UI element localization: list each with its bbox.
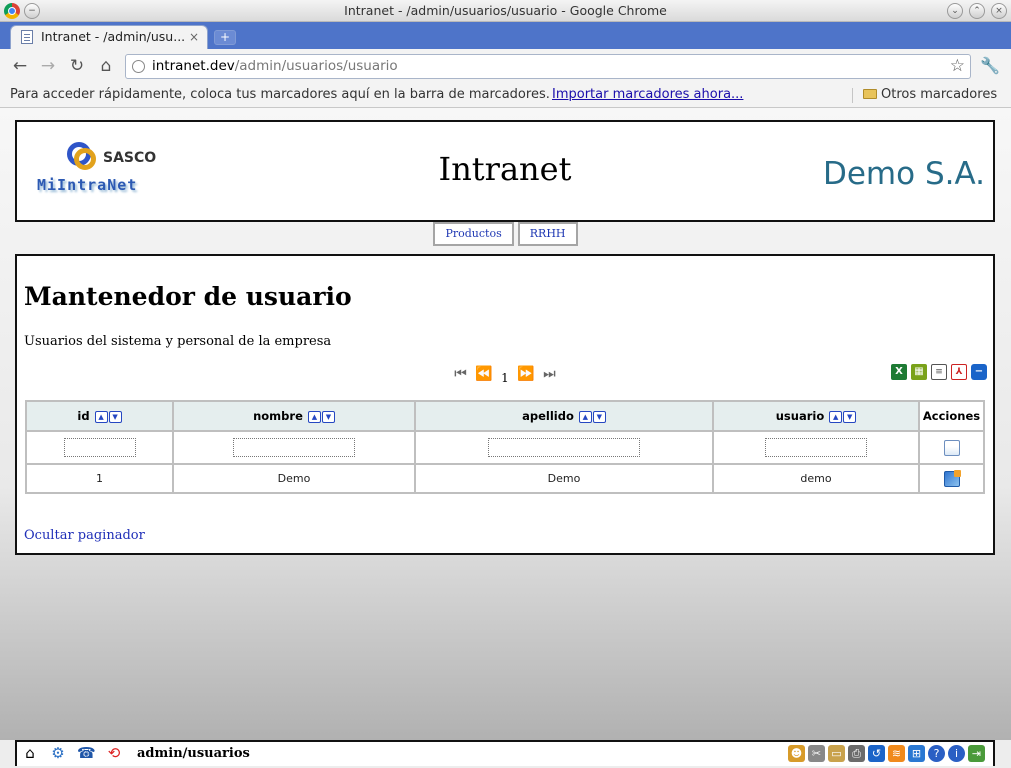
site-header: SASCO MiIntraNet Intranet Demo S.A. (15, 120, 995, 222)
table-header-row: id ▲ ▼ nombre ▲ ▼ apellido ▲ ▼ usuario ▲ ▼ A… (25, 400, 985, 432)
export-excel-icon[interactable]: X (891, 364, 907, 380)
window-menu-button[interactable]: − (24, 3, 40, 19)
table-row: 1 Demo Demo demo (25, 465, 985, 494)
users-icon[interactable]: ☻ (788, 745, 805, 762)
toggle-pager-link[interactable]: Ocultar paginador (24, 528, 145, 543)
id-card-icon[interactable]: ▭ (828, 745, 845, 762)
tab-close-icon[interactable]: × (189, 26, 199, 48)
column-header-apellido: apellido ▲ ▼ (416, 400, 714, 432)
last-page-icon[interactable]: ⏭ (543, 366, 556, 382)
users-table: id ▲ ▼ nombre ▲ ▼ apellido ▲ ▼ usuario ▲ ▼ A… (25, 400, 985, 494)
globe-icon (132, 60, 145, 73)
tools-icon[interactable]: ✂ (808, 745, 825, 762)
previous-page-icon[interactable]: ⏪ (475, 366, 492, 382)
menu-item-rrhh[interactable]: RRHH (517, 222, 578, 246)
sort-desc-icon[interactable]: ▼ (321, 411, 335, 423)
reload-icon[interactable]: ↻ (67, 56, 87, 76)
wrench-menu-icon[interactable]: 🔧 (980, 56, 1000, 75)
sort-asc-icon[interactable]: ▲ (578, 411, 592, 423)
current-page-number[interactable]: 1 (501, 371, 509, 385)
other-bookmarks-label: Otros marcadores (881, 87, 998, 102)
browser-tab[interactable]: Intranet - /admin/usu... × (10, 25, 208, 49)
search-icon[interactable] (943, 439, 960, 456)
sort-asc-icon[interactable]: ▲ (94, 411, 108, 423)
chrome-logo-icon (4, 3, 20, 19)
sort-asc-icon[interactable]: ▲ (829, 411, 843, 423)
export-pdf-icon[interactable]: ⅄ (951, 364, 967, 380)
window-title: Intranet - /admin/usuarios/usuario - Goo… (344, 3, 667, 18)
first-page-icon[interactable]: ⏮ (454, 366, 467, 382)
column-header-acciones: Acciones (920, 400, 985, 432)
page-title: Mantenedor de usuario (24, 282, 352, 311)
cell-apellido: Demo (416, 465, 714, 494)
page-icon (21, 30, 33, 44)
column-header-id: id ▲ ▼ (25, 400, 174, 432)
export-text-icon[interactable]: ≡ (931, 364, 947, 380)
cell-id: 1 (25, 465, 174, 494)
bookmarks-separator (852, 88, 853, 103)
gear-icon[interactable]: ⚙ (49, 744, 67, 762)
column-header-usuario: usuario ▲ ▼ (714, 400, 920, 432)
collapse-icon[interactable]: − (971, 364, 987, 380)
sort-desc-icon[interactable]: ▼ (592, 411, 606, 423)
bookmark-star-icon[interactable]: ☆ (950, 55, 965, 78)
refresh-icon[interactable]: ↺ (868, 745, 885, 762)
sort-desc-icon[interactable]: ▼ (108, 411, 122, 423)
window-title-bar: − Intranet - /admin/usuarios/usuario - G… (0, 0, 1011, 22)
sitemap-icon[interactable]: ⊞ (908, 745, 925, 762)
current-path: admin/usuarios (137, 745, 250, 761)
phone-icon[interactable]: ☎ (77, 744, 96, 762)
home-icon[interactable]: ⌂ (21, 744, 39, 762)
sort-desc-icon[interactable]: ▼ (843, 411, 857, 423)
other-bookmarks-folder[interactable]: Otros marcadores (863, 84, 997, 106)
window-maximize-button[interactable]: ⌃ (969, 3, 985, 19)
bookmarks-hint: Para acceder rápidamente, coloca tus mar… (10, 87, 550, 102)
tab-title: Intranet - /admin/usu... (41, 29, 186, 44)
rss-icon[interactable]: ≋ (888, 745, 905, 762)
filter-id-input[interactable] (63, 438, 136, 457)
window-minimize-button[interactable]: ⌄ (947, 3, 963, 19)
sort-asc-icon[interactable]: ▲ (307, 411, 321, 423)
exit-icon[interactable]: ⇥ (968, 745, 985, 762)
filter-row (25, 432, 985, 465)
page-description: Usuarios del sistema y personal de la em… (24, 334, 332, 349)
page-viewport: SASCO MiIntraNet Intranet Demo S.A. Prod… (0, 108, 1011, 740)
main-menu: Productos RRHH (0, 222, 1011, 246)
filter-apellido-input[interactable] (488, 438, 640, 457)
column-header-nombre: nombre ▲ ▼ (174, 400, 416, 432)
menu-item-productos[interactable]: Productos (433, 222, 514, 246)
address-bar[interactable]: intranet.dev/admin/usuarios/usuario ☆ (125, 54, 971, 79)
logout-icon[interactable]: ⟲ (105, 744, 123, 762)
export-spreadsheet-icon[interactable]: ▦ (911, 364, 927, 380)
tab-strip: Intranet - /admin/usu... × + (0, 22, 1011, 49)
new-tab-button[interactable]: + (214, 30, 236, 45)
export-toolbar: X ▦ ≡ ⅄ − (891, 364, 987, 380)
browser-toolbar: ← → ↻ ⌂ intranet.dev/admin/usuarios/usua… (0, 49, 1011, 84)
print-icon[interactable]: ⎙ (848, 745, 865, 762)
window-close-button[interactable]: × (991, 3, 1007, 19)
filter-nombre-input[interactable] (233, 438, 355, 457)
back-arrow-icon[interactable]: ← (10, 56, 30, 76)
paginator: ⏮ ⏪ 1 ⏩ ⏭ (17, 366, 993, 385)
filter-usuario-input[interactable] (765, 438, 867, 457)
app-status-bar: ⌂ ⚙ ☎ ⟲ admin/usuarios ☻ ✂ ▭ ⎙ ↺ ≋ ⊞ ? i… (15, 740, 995, 766)
folder-icon (863, 89, 877, 99)
info-icon[interactable]: i (948, 745, 965, 762)
cell-nombre: Demo (174, 465, 416, 494)
import-bookmarks-link[interactable]: Importar marcadores ahora... (552, 84, 743, 106)
edit-icon[interactable] (943, 469, 961, 487)
url-path: /admin/usuarios/usuario (234, 58, 398, 74)
content-panel: Mantenedor de usuario Usuarios del siste… (15, 254, 995, 555)
forward-arrow-icon[interactable]: → (38, 56, 58, 76)
url-host: intranet.dev (152, 58, 235, 74)
company-name: Demo S.A. (822, 156, 985, 192)
home-icon[interactable]: ⌂ (96, 56, 116, 76)
bookmarks-bar: Para acceder rápidamente, coloca tus mar… (0, 84, 1011, 108)
next-page-icon[interactable]: ⏩ (517, 366, 534, 382)
help-icon[interactable]: ? (928, 745, 945, 762)
cell-usuario: demo (714, 465, 920, 494)
